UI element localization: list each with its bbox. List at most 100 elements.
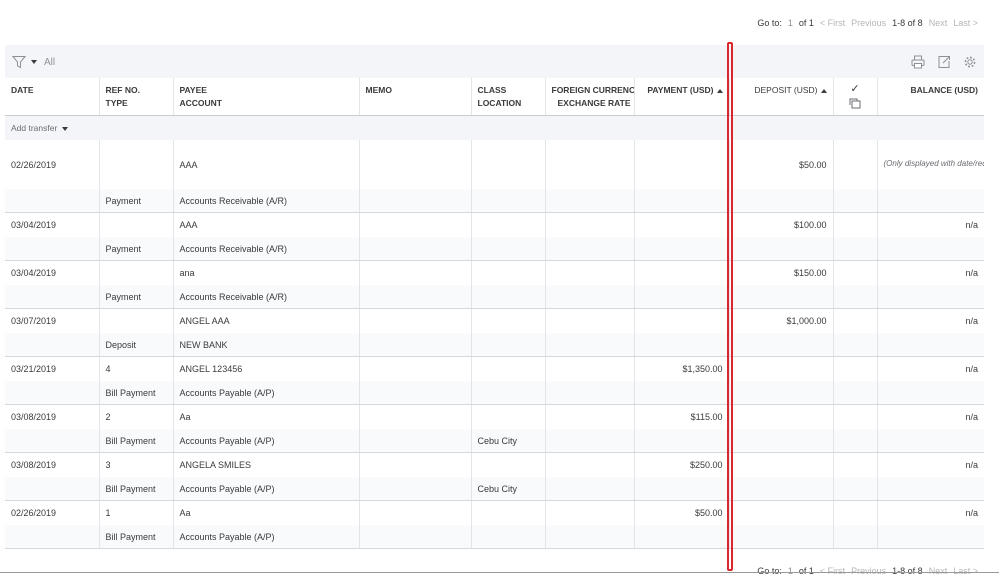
col-payment-header[interactable]: PAYMENT (USD) (634, 78, 730, 96)
cell-memo[interactable] (359, 212, 472, 237)
cell-ref-no[interactable] (99, 212, 174, 237)
cell-class[interactable] (471, 452, 546, 477)
cell-type[interactable]: Bill Payment (99, 429, 174, 453)
col-balance-header[interactable]: BALANCE (USD) (877, 78, 984, 96)
cell-reconcile-status[interactable] (833, 356, 878, 381)
col-ref-header[interactable]: REF NO. (99, 78, 174, 96)
cell-date[interactable]: 03/07/2019 (5, 308, 100, 333)
export-icon[interactable] (937, 55, 951, 69)
filter-dropdown-caret-icon[interactable] (31, 60, 37, 64)
cell-memo[interactable] (359, 140, 472, 189)
cell-ref-no[interactable] (99, 140, 174, 189)
cell-type[interactable]: Payment (99, 285, 174, 309)
cell-ref-no[interactable] (99, 260, 174, 285)
cell-location[interactable] (471, 237, 546, 261)
cell-foreign-currency[interactable] (545, 140, 635, 189)
col-account-header[interactable]: ACCOUNT (173, 96, 360, 116)
cell-deposit[interactable]: $150.00 (729, 260, 834, 285)
table-row-detail[interactable]: Bill Payment Accounts Payable (A/P) (5, 525, 984, 549)
cell-account[interactable]: NEW BANK (173, 333, 360, 357)
page-input[interactable]: 1 (788, 18, 793, 28)
cell-memo[interactable] (359, 404, 472, 429)
last-page-link[interactable]: Last > (953, 18, 978, 28)
next-page-link[interactable]: Next (929, 18, 948, 28)
cell-reconcile-status[interactable] (833, 260, 878, 285)
cell-location[interactable] (471, 525, 546, 549)
cell-type[interactable]: Deposit (99, 333, 174, 357)
cell-memo[interactable] (359, 308, 472, 333)
table-row-detail[interactable]: Payment Accounts Receivable (A/R) (5, 189, 984, 213)
cell-reconcile-status[interactable] (833, 212, 878, 237)
cell-deposit[interactable]: $50.00 (729, 140, 834, 189)
cell-foreign-currency[interactable] (545, 500, 635, 525)
cell-balance[interactable]: n/a (877, 260, 984, 285)
cell-memo[interactable] (359, 356, 472, 381)
cell-type[interactable]: Payment (99, 237, 174, 261)
table-row[interactable]: 03/04/2019 AAA $100.00 n/a (5, 212, 984, 237)
cell-payment[interactable]: $50.00 (634, 500, 730, 525)
cell-date[interactable]: 03/04/2019 (5, 212, 100, 237)
cell-payee[interactable]: ANGEL AAA (173, 308, 360, 333)
cell-date[interactable]: 03/08/2019 (5, 452, 100, 477)
add-transfer-button[interactable]: Add transfer (5, 115, 984, 140)
table-row[interactable]: 03/08/2019 3 ANGELA SMILES $250.00 n/a (5, 452, 984, 477)
cell-deposit[interactable] (729, 500, 834, 525)
cell-payee[interactable]: Aa (173, 404, 360, 429)
cell-type[interactable]: Payment (99, 189, 174, 213)
cell-balance[interactable]: n/a (877, 308, 984, 333)
cell-payment[interactable] (634, 212, 730, 237)
table-row[interactable]: 03/04/2019 ana $150.00 n/a (5, 260, 984, 285)
col-date-header[interactable]: DATE (5, 78, 100, 96)
cell-balance[interactable]: (Only displayed with date/reconcile stat… (877, 140, 984, 189)
cell-balance[interactable]: n/a (877, 212, 984, 237)
cell-foreign-currency[interactable] (545, 356, 635, 381)
cell-location[interactable] (471, 333, 546, 357)
cell-class[interactable] (471, 356, 546, 381)
cell-class[interactable] (471, 308, 546, 333)
cell-location[interactable]: Cebu City (471, 477, 546, 501)
cell-memo[interactable] (359, 452, 472, 477)
cell-balance[interactable]: n/a (877, 356, 984, 381)
cell-deposit[interactable]: $1,000.00 (729, 308, 834, 333)
next-page-link[interactable]: Next (929, 566, 948, 576)
cell-location[interactable] (471, 381, 546, 405)
cell-reconcile-status[interactable] (833, 452, 878, 477)
cell-balance[interactable]: n/a (877, 452, 984, 477)
col-exchange-rate-header[interactable]: EXCHANGE RATE (545, 96, 635, 116)
table-row[interactable]: 03/21/2019 4 ANGEL 123456 $1,350.00 n/a (5, 356, 984, 381)
cell-date[interactable]: 03/08/2019 (5, 404, 100, 429)
cell-deposit[interactable]: $100.00 (729, 212, 834, 237)
cell-reconcile-status[interactable] (833, 308, 878, 333)
cell-type[interactable]: Bill Payment (99, 381, 174, 405)
filter-icon[interactable] (12, 55, 26, 69)
cell-foreign-currency[interactable] (545, 212, 635, 237)
cell-location[interactable] (471, 189, 546, 213)
cell-payee[interactable]: Aa (173, 500, 360, 525)
cell-class[interactable] (471, 260, 546, 285)
table-row-detail[interactable]: Payment Accounts Receivable (A/R) (5, 285, 984, 309)
cell-payment[interactable]: $250.00 (634, 452, 730, 477)
cell-ref-no[interactable] (99, 308, 174, 333)
cell-deposit[interactable] (729, 404, 834, 429)
cell-deposit[interactable] (729, 356, 834, 381)
cell-account[interactable]: Accounts Payable (A/P) (173, 477, 360, 501)
cell-payee[interactable]: ana (173, 260, 360, 285)
copy-icon[interactable] (849, 98, 861, 109)
first-page-link[interactable]: < First (820, 18, 845, 28)
cell-foreign-currency[interactable] (545, 452, 635, 477)
table-row-detail[interactable]: Bill Payment Accounts Payable (A/P) Cebu C… (5, 429, 984, 453)
cell-account[interactable]: Accounts Payable (A/P) (173, 525, 360, 549)
cell-deposit[interactable] (729, 452, 834, 477)
cell-payee[interactable]: AAA (173, 140, 360, 189)
cell-type[interactable]: Bill Payment (99, 525, 174, 549)
cell-payee[interactable]: ANGEL 123456 (173, 356, 360, 381)
col-payee-header[interactable]: PAYEE (173, 78, 360, 96)
table-row-detail[interactable]: Bill Payment Accounts Payable (A/P) (5, 381, 984, 405)
cell-class[interactable] (471, 140, 546, 189)
cell-location[interactable] (471, 285, 546, 309)
cell-account[interactable]: Accounts Payable (A/P) (173, 429, 360, 453)
cell-ref-no[interactable]: 4 (99, 356, 174, 381)
cell-date[interactable]: 03/21/2019 (5, 356, 100, 381)
col-type-header[interactable]: TYPE (99, 96, 174, 116)
cell-balance[interactable]: n/a (877, 500, 984, 525)
